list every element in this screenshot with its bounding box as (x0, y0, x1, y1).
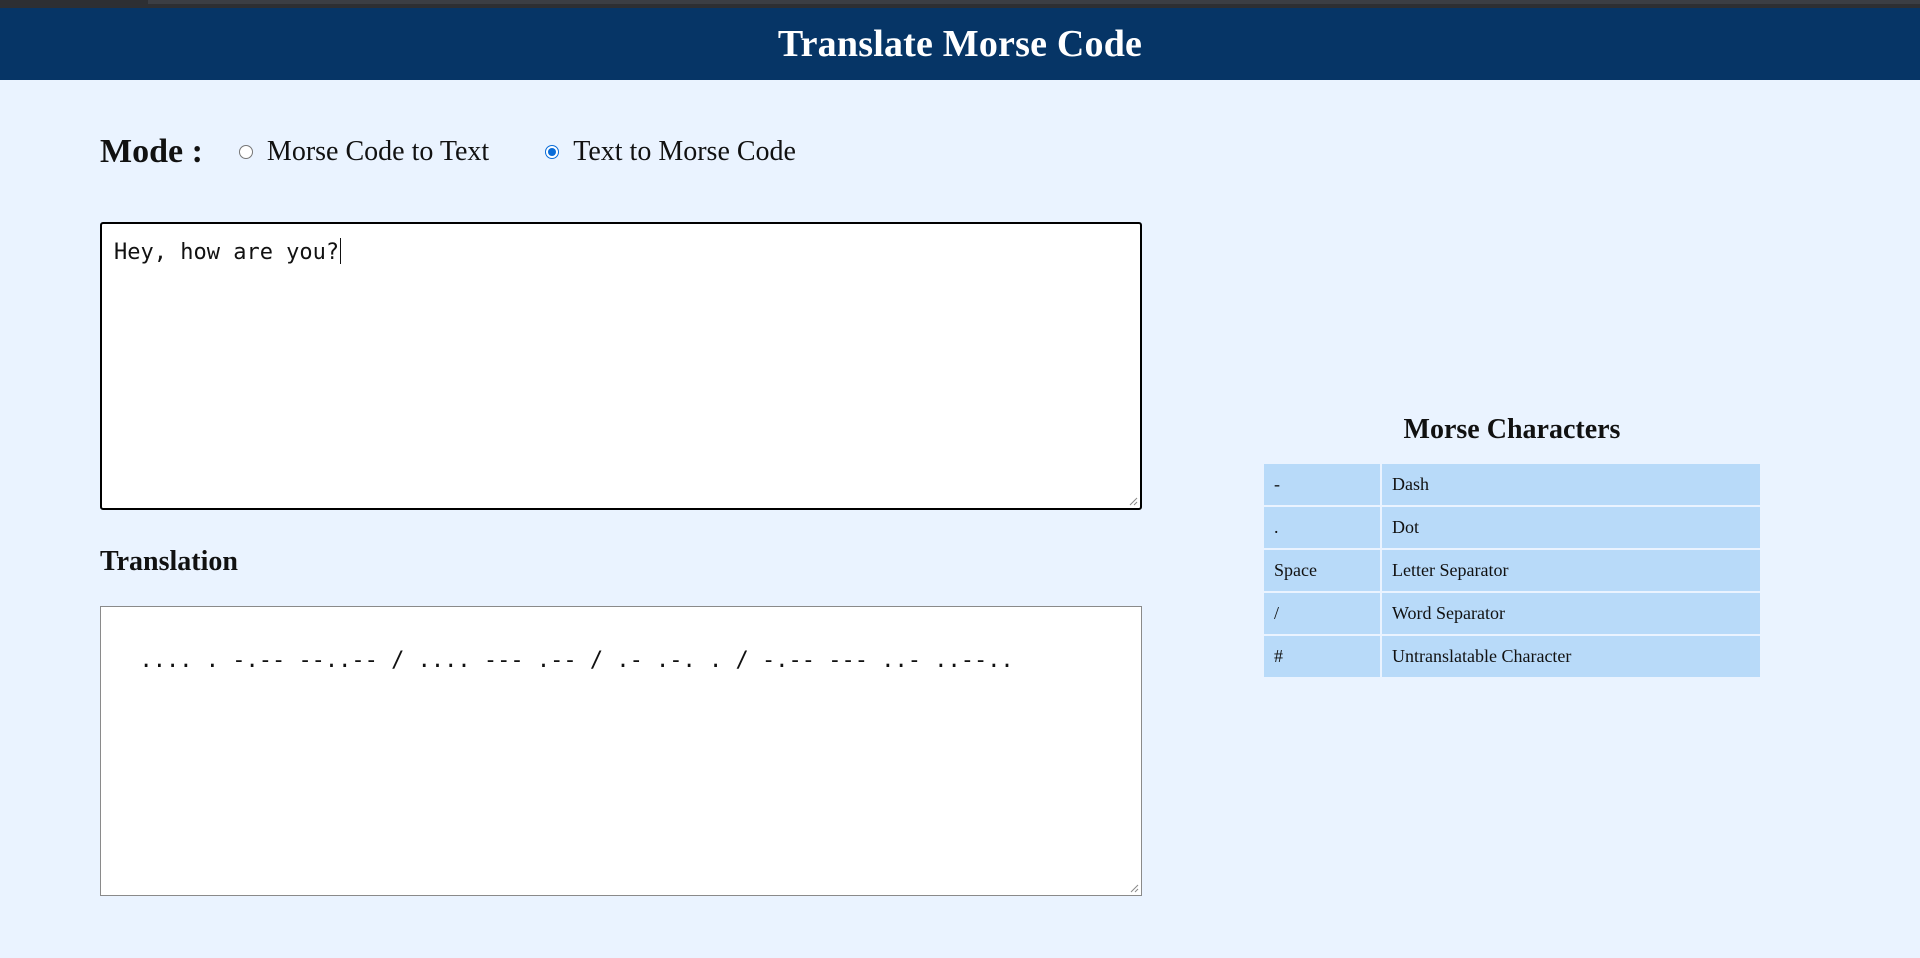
morse-reference-panel: Morse Characters - Dash . Dot Space Lett… (1264, 414, 1760, 679)
resize-grip-icon[interactable] (1128, 496, 1138, 506)
table-row: . Dot (1264, 507, 1760, 548)
table-row: / Word Separator (1264, 593, 1760, 634)
meaning-cell: Untranslatable Character (1382, 636, 1760, 677)
mode-option-morse-to-text[interactable]: Morse Code to Text (238, 136, 490, 168)
page-title: Translate Morse Code (777, 23, 1143, 65)
table-row: - Dash (1264, 464, 1760, 505)
meaning-cell: Letter Separator (1382, 550, 1760, 591)
radio-morse-to-text[interactable] (238, 145, 253, 159)
text-caret (340, 238, 342, 264)
browser-top-strip (0, 0, 1920, 8)
mode-option-label: Morse Code to Text (266, 136, 490, 167)
input-textarea[interactable]: Hey, how are you? (100, 222, 1142, 510)
resize-grip-icon[interactable] (1129, 883, 1139, 893)
mode-selector: Mode : Morse Code to Text Text to Morse … (100, 128, 852, 176)
translation-title: Translation (100, 546, 238, 577)
symbol-cell: / (1264, 593, 1380, 634)
morse-reference-table: - Dash . Dot Space Letter Separator / Wo… (1262, 462, 1762, 679)
radio-text-to-morse[interactable] (545, 145, 560, 159)
symbol-cell: Space (1264, 550, 1380, 591)
page-header: Translate Morse Code (0, 8, 1920, 80)
table-row: # Untranslatable Character (1264, 636, 1760, 677)
mode-option-text-to-morse[interactable]: Text to Morse Code (545, 136, 796, 168)
symbol-cell: # (1264, 636, 1380, 677)
symbol-cell: - (1264, 464, 1380, 505)
meaning-cell: Dash (1382, 464, 1760, 505)
meaning-cell: Word Separator (1382, 593, 1760, 634)
browser-top-strip-inner (148, 0, 1920, 4)
translation-text: .... . -.-- --..-- / .... --- .-- / .- .… (139, 648, 1014, 673)
table-row: Space Letter Separator (1264, 550, 1760, 591)
mode-option-label: Text to Morse Code (573, 136, 796, 167)
symbol-cell: . (1264, 507, 1380, 548)
mode-label: Mode : (100, 133, 203, 170)
input-text: Hey, how are you? (114, 240, 340, 265)
reference-title: Morse Characters (1403, 414, 1621, 445)
meaning-cell: Dot (1382, 507, 1760, 548)
translation-textarea[interactable]: .... . -.-- --..-- / .... --- .-- / .- .… (100, 606, 1142, 896)
